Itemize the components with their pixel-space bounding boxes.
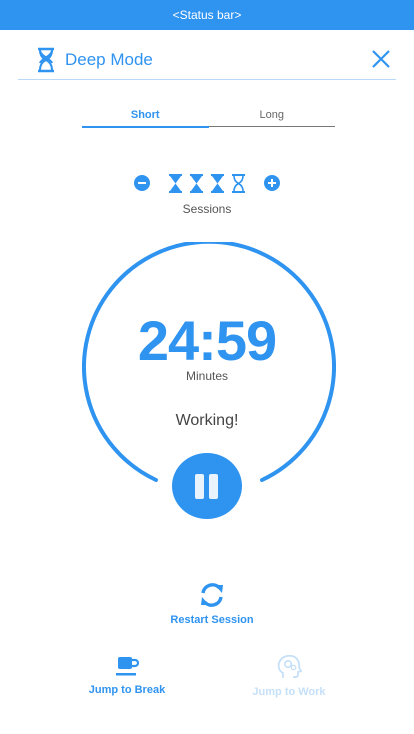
timer-unit: Minutes xyxy=(185,369,229,383)
hourglass-filled-icon xyxy=(190,173,203,193)
pause-icon xyxy=(195,474,204,499)
jump-to-work-label: Jump to Work xyxy=(252,686,326,698)
session-indicators xyxy=(168,173,246,193)
jump-to-work-button[interactable]: Jump to Work xyxy=(234,654,344,698)
hourglass-filled-icon xyxy=(169,173,182,193)
jump-to-break-label: Jump to Break xyxy=(88,684,166,696)
restart-session-label: Restart Session xyxy=(170,614,254,626)
coffee-cup-icon xyxy=(116,657,140,676)
duration-tabs: Short Long xyxy=(82,106,335,128)
restart-session-button[interactable]: Restart Session xyxy=(157,582,267,626)
hourglass-empty-icon xyxy=(232,173,245,193)
close-icon[interactable] xyxy=(370,48,392,70)
page-title: Deep Mode xyxy=(65,49,153,69)
header: Deep Mode xyxy=(18,40,396,80)
status-bar: <Status bar> xyxy=(0,0,414,30)
tab-short[interactable]: Short xyxy=(82,106,209,128)
pause-button[interactable] xyxy=(172,453,242,519)
plus-icon[interactable] xyxy=(264,175,280,191)
timer-display: 24:59 xyxy=(137,309,277,372)
sessions-label: Sessions xyxy=(182,202,232,216)
hourglass-icon xyxy=(36,46,56,74)
tab-long[interactable]: Long xyxy=(208,106,335,127)
head-gears-icon xyxy=(277,654,302,678)
status-bar-text: <Status bar> xyxy=(172,8,242,22)
timer-state: Working! xyxy=(175,412,239,429)
refresh-icon xyxy=(201,583,223,607)
minus-icon[interactable] xyxy=(134,175,150,191)
hourglass-filled-icon xyxy=(211,173,224,193)
session-selector xyxy=(0,172,414,194)
jump-to-break-button[interactable]: Jump to Break xyxy=(72,654,182,696)
